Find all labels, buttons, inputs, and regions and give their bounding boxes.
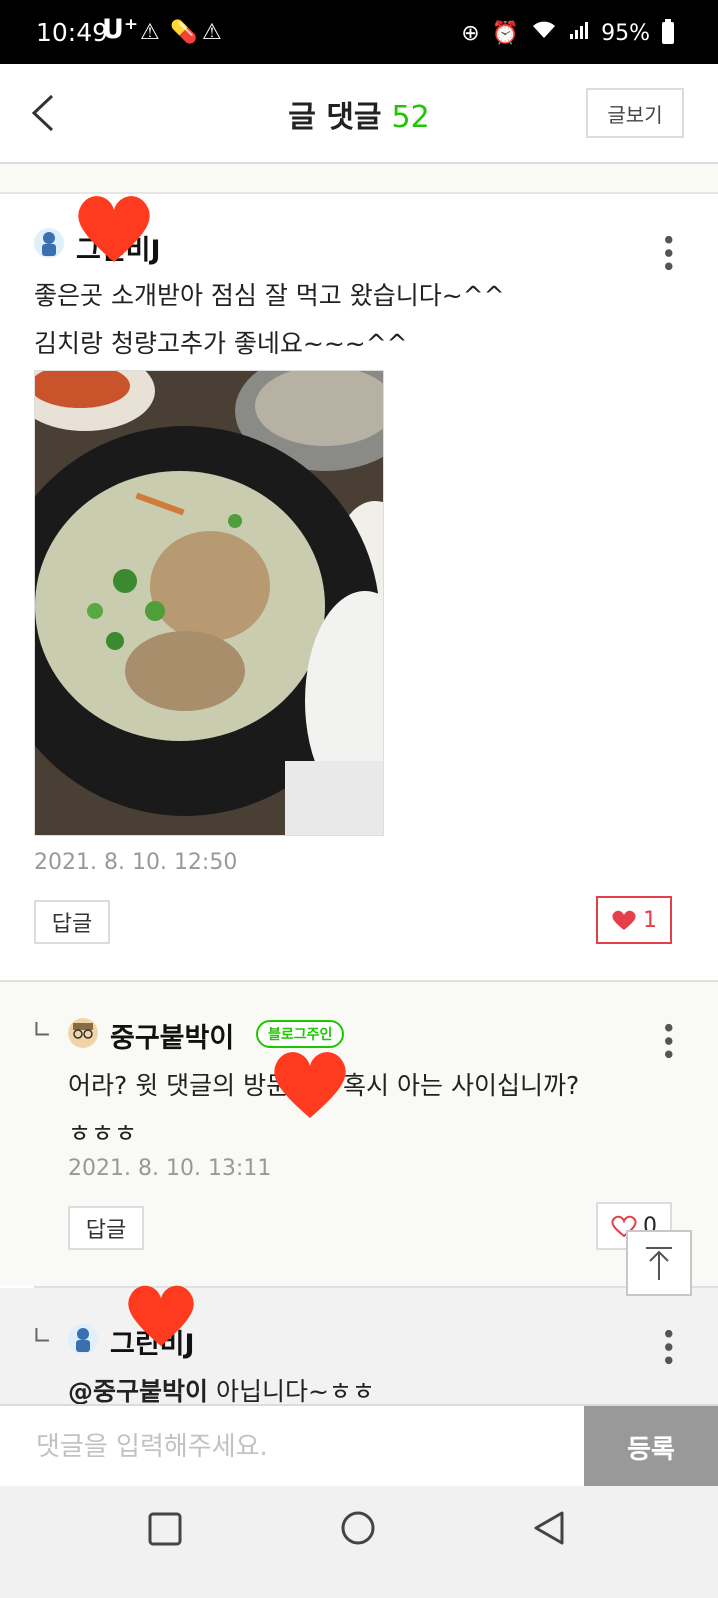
warning-icon-2: ⚠ — [202, 20, 222, 45]
like-count: 1 — [643, 907, 657, 933]
home-icon — [341, 1511, 375, 1545]
avatar[interactable] — [68, 1324, 98, 1354]
carrier-label: U⁺ — [102, 14, 139, 45]
comment-text-line: ㅎㅎㅎ — [68, 1119, 138, 1148]
comment-input-bar: 등록 — [0, 1404, 718, 1488]
reply-indicator-icon: ∟ — [32, 1322, 53, 1350]
comment-photo[interactable] — [34, 370, 384, 836]
data-saver-icon: ⊕ — [461, 20, 480, 46]
comment-count: 52 — [391, 100, 430, 135]
comment-nickname[interactable]: 중구붙박이 — [110, 1016, 234, 1055]
warning-icon: ⚠ — [140, 20, 160, 45]
reply-button[interactable]: 답글 — [68, 1206, 144, 1250]
header-strip — [0, 164, 718, 194]
comment-text: @중구붙박이 아닙니다~ㅎㅎ — [68, 1372, 375, 1408]
signal-icon — [569, 20, 589, 46]
comment-item: 그린비J ••• 좋은곳 소개받아 점심 잘 먹고 왔습니다~^^ 김치랑 청량… — [0, 194, 718, 980]
wifi-icon — [531, 20, 557, 46]
heart-sticker-icon — [270, 1048, 350, 1120]
mention-link[interactable]: @중구붙박이 — [68, 1377, 208, 1406]
back-triangle-icon — [534, 1511, 564, 1545]
arrow-up-icon — [646, 1247, 672, 1280]
comment-date: 2021. 8. 10. 12:50 — [34, 850, 238, 875]
reply-comment-item: ∟ 중구붙박이 블로그주인 ••• 어라? 윗 댓글의 방문하고 혹시 아는 사… — [0, 982, 718, 1286]
more-options-button[interactable]: ••• — [652, 232, 682, 272]
heart-sticker-icon — [124, 1282, 204, 1354]
comment-input[interactable] — [34, 1424, 558, 1470]
recent-apps-button[interactable] — [148, 1512, 182, 1550]
home-button[interactable] — [340, 1510, 376, 1550]
avatar[interactable] — [68, 1018, 98, 1048]
reply-indicator-icon: ∟ — [32, 1016, 53, 1044]
comment-text-line: 김치랑 청량고추가 좋네요~~~^^ — [34, 329, 408, 358]
page-title-text: 글 댓글 — [288, 100, 382, 135]
battery-text: 95% — [601, 20, 650, 46]
status-bar: 10:49 U⁺ ⚠ 💊 ⚠ ⊕ ⏰ 95% — [0, 0, 718, 64]
header: 글 댓글 52 글보기 — [0, 64, 718, 164]
alarm-icon: ⏰ — [491, 20, 520, 46]
reply-button[interactable]: 답글 — [34, 900, 110, 944]
submit-button[interactable]: 등록 — [584, 1406, 718, 1488]
status-time: 10:49 — [36, 18, 109, 47]
view-post-button[interactable]: 글보기 — [586, 88, 684, 138]
comment-text-body: 아닙니다~ㅎㅎ — [215, 1377, 375, 1406]
recent-apps-icon — [148, 1512, 182, 1546]
comment-text-line: 좋은곳 소개받아 점심 잘 먹고 왔습니다~^^ — [34, 281, 505, 310]
system-back-button[interactable] — [532, 1510, 566, 1550]
reply-comment-item: ∟ 그린비J ••• @중구붙박이 아닙니다~ㅎㅎ — [0, 1285, 718, 1406]
heart-sticker-icon — [74, 192, 154, 264]
heart-filled-icon — [612, 910, 636, 930]
system-nav-bar — [0, 1486, 718, 1598]
more-options-button[interactable]: ••• — [652, 1326, 682, 1366]
status-right: ⊕ ⏰ 95% — [461, 19, 674, 46]
more-options-button[interactable]: ••• — [652, 1020, 682, 1060]
like-button[interactable]: 1 — [596, 896, 672, 944]
blog-owner-badge: 블로그주인 — [256, 1020, 345, 1048]
avatar[interactable] — [34, 228, 64, 258]
battery-icon — [662, 19, 674, 44]
scroll-top-button[interactable] — [626, 1230, 692, 1296]
comment-date: 2021. 8. 10. 13:11 — [68, 1156, 272, 1181]
pill-icon: 💊 — [170, 20, 198, 45]
